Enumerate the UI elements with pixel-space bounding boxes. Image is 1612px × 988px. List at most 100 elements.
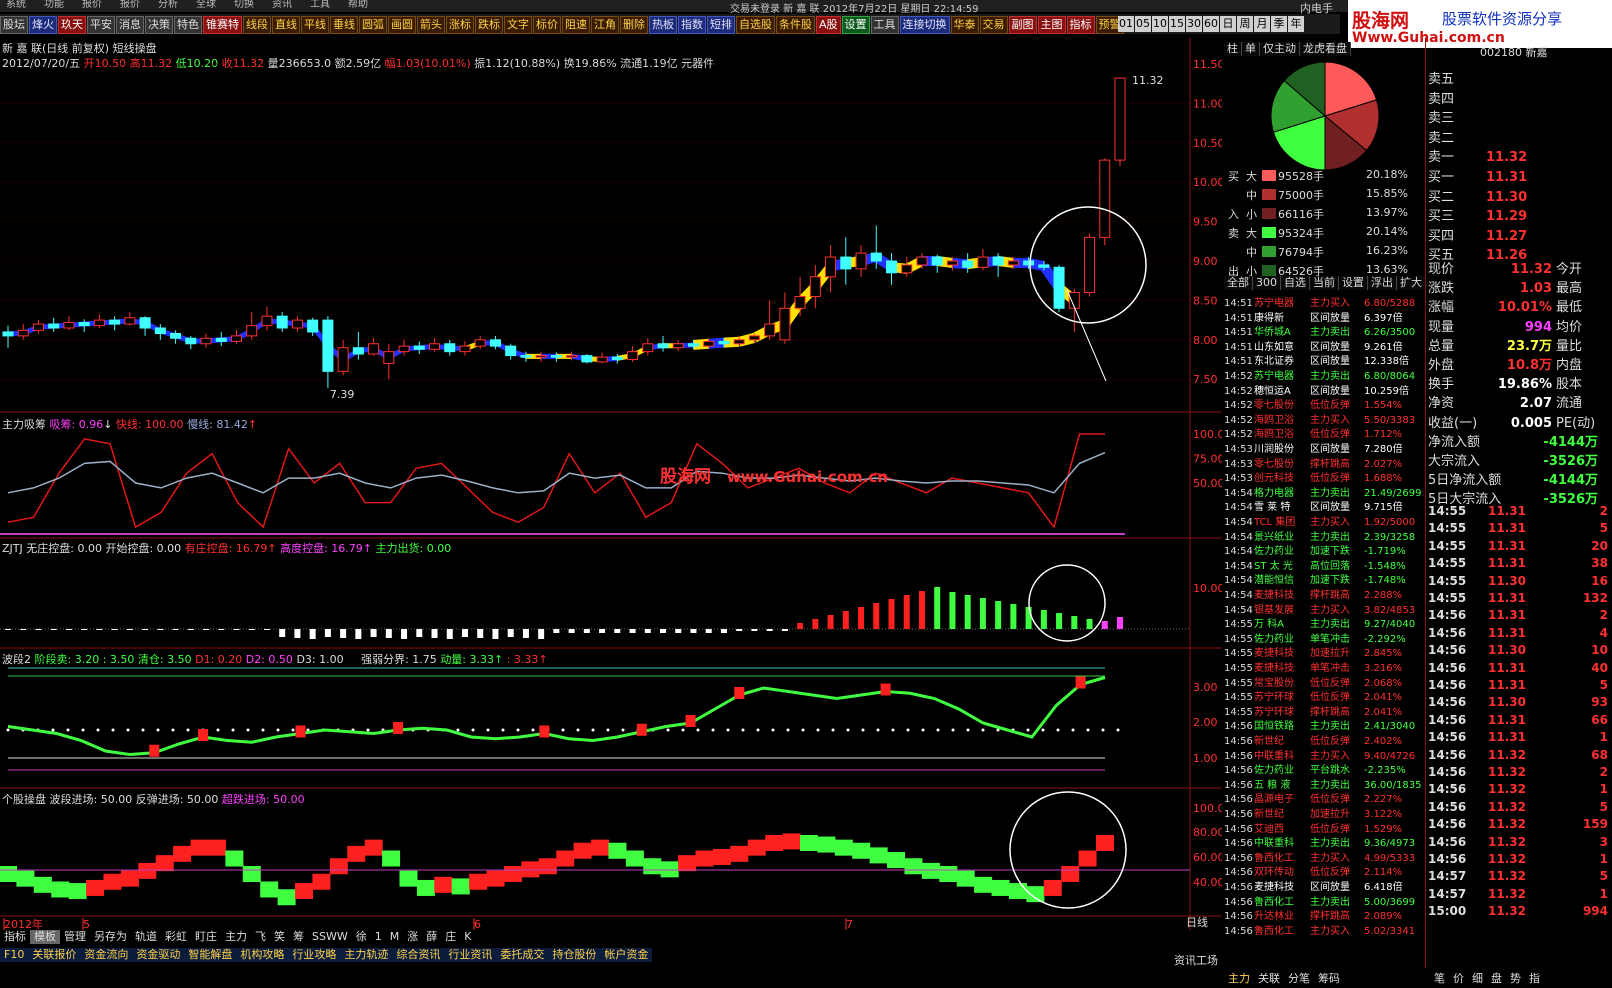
candle[interactable] (63, 316, 75, 331)
period-15[interactable]: 15 (1169, 16, 1185, 32)
menu-item-8[interactable]: 工具 (310, 0, 330, 10)
rpanel-bottom-tab-3[interactable]: 筹码 (1314, 972, 1344, 986)
period-月[interactable]: 月 (1254, 16, 1270, 32)
ticker-row[interactable]: 14:56新世纪 低位反弹 2.402% (1224, 732, 1424, 747)
bottom-tab1-15[interactable]: 涨 (403, 930, 422, 944)
bottom-tab1-11[interactable]: SSWW (308, 930, 352, 944)
menu-item-2[interactable]: 报价 (82, 0, 102, 10)
period-周[interactable]: 周 (1237, 16, 1253, 32)
ticker-tab-2[interactable]: 自选 (1281, 276, 1310, 290)
trade-bottom-tab-5[interactable]: 指 (1525, 972, 1544, 986)
ticker-row[interactable]: 14:55苏宁环球 低位反弹 2.041% (1224, 688, 1424, 703)
candle[interactable] (200, 333, 212, 348)
ticker-row[interactable]: 14:53川润股份 区间放量 7.280倍 (1224, 440, 1424, 455)
ticker-row[interactable]: 14:54景兴纸业 主力卖出 2.39/3258 (1224, 528, 1424, 543)
ticker-row[interactable]: 14:55万 科A 主力卖出 9.27/4040 (1224, 615, 1424, 630)
toolbar-button-31[interactable]: 华泰 (950, 16, 979, 34)
bottom-tab2-7[interactable]: 主力轨迹 (340, 948, 392, 962)
orderbook-row[interactable]: 卖二 (1428, 127, 1612, 146)
candle[interactable] (581, 354, 593, 364)
ticker-row[interactable]: 14:56鲁西化工 主力买入 5.02/3341 (1224, 922, 1424, 937)
toolbar-button-8[interactable]: 线段 (243, 16, 271, 34)
bottom-tab1-18[interactable]: K (460, 930, 475, 944)
toolbar-button-32[interactable]: 交易 (979, 16, 1008, 34)
ticker-tab-0[interactable]: 全部 (1224, 276, 1253, 290)
toolbar-button-12[interactable]: 圆弧 (359, 16, 387, 34)
period-01[interactable]: 01 (1118, 16, 1134, 32)
ticker-tab-1[interactable]: 300 (1253, 276, 1281, 290)
candle[interactable] (1068, 288, 1080, 332)
bottom-tab1-3[interactable]: 另存为 (90, 930, 131, 944)
orderbook-row[interactable]: 买一 11.31 (1428, 166, 1612, 185)
period-日[interactable]: 日 (1220, 16, 1236, 32)
period-季[interactable]: 季 (1271, 16, 1287, 32)
ticker-row[interactable]: 14:56新世纪 加速拉升 3.122% (1224, 805, 1424, 820)
toolbar-button-2[interactable]: 玖天 (58, 16, 86, 34)
candle[interactable] (931, 254, 943, 273)
bottom-tab1-9[interactable]: 笑 (270, 930, 289, 944)
ticker-row[interactable]: 14:51东北证券 区间放量 12.338倍 (1224, 352, 1424, 367)
rpanel-tab-0[interactable]: 柱 (1224, 42, 1242, 56)
toolbar-button-1[interactable]: 烽火 (29, 16, 57, 34)
bottom-tab1-16[interactable]: 薛 (422, 930, 441, 944)
ticker-row[interactable]: 14:56晶源电子 低位反弹 2.227% (1224, 790, 1424, 805)
ticker-row[interactable]: 14:54格力电器 主力卖出 21.49/2699 (1224, 484, 1424, 499)
bottom-tab2-5[interactable]: 机构攻略 (236, 948, 288, 962)
candle[interactable] (230, 330, 242, 344)
ticker-row[interactable]: 14:56中联重科 主力买入 9.40/4726 (1224, 747, 1424, 762)
candle[interactable] (535, 351, 547, 362)
period-60[interactable]: 60 (1203, 16, 1219, 32)
trade-bottom-tab-1[interactable]: 价 (1449, 972, 1468, 986)
trade-bottom-tab-2[interactable]: 细 (1468, 972, 1487, 986)
toolbar-button-15[interactable]: 涨标 (446, 16, 474, 34)
ticker-row[interactable]: 14:52海鸥卫浴 主力买入 5.50/3383 (1224, 411, 1424, 426)
bottom-tab1-17[interactable]: 庄 (441, 930, 460, 944)
orderbook-row[interactable]: 买四 11.27 (1428, 225, 1612, 244)
toolbar-button-19[interactable]: 阻速 (562, 16, 590, 34)
candle[interactable] (246, 312, 258, 340)
candle[interactable] (1084, 233, 1096, 297)
rpanel-tab-2[interactable]: 仅主动 (1260, 42, 1300, 56)
orderbook-row[interactable]: 卖三 (1428, 107, 1612, 126)
candle[interactable] (322, 316, 334, 388)
bottom-tab2-12[interactable]: 帐户资金 (600, 948, 652, 962)
bottom-tab2-11[interactable]: 持仓股份 (548, 948, 600, 962)
ticker-row[interactable]: 14:54雪 莱 特 区间放量 9.715倍 (1224, 498, 1424, 513)
candle[interactable] (550, 352, 562, 362)
info-workshop[interactable]: 资讯工场 (1174, 952, 1218, 968)
ticker-row[interactable]: 14:51山东如意 区间放量 9.261倍 (1224, 338, 1424, 353)
orderbook-row[interactable]: 卖五 (1428, 68, 1612, 87)
ticker-row[interactable]: 14:53创元科技 低位反弹 1.688% (1224, 469, 1424, 484)
ticker-row[interactable]: 14:56双环传动 低位反弹 2.114% (1224, 863, 1424, 878)
candle[interactable] (17, 324, 29, 340)
ticker-row[interactable]: 14:56升达林业 撑杆跳高 2.089% (1224, 907, 1424, 922)
candle[interactable] (825, 245, 837, 293)
toolbar-button-21[interactable]: 删除 (620, 16, 648, 34)
ticker-row[interactable]: 14:56佐力药业 平台跳水 -2.235% (1224, 761, 1424, 776)
candle[interactable] (855, 245, 867, 277)
bottom-tab2-4[interactable]: 智能解盘 (184, 948, 236, 962)
toolbar-button-5[interactable]: 决策 (145, 16, 173, 34)
candle[interactable] (886, 253, 898, 285)
toolbar-button-16[interactable]: 跌标 (475, 16, 503, 34)
menu-right[interactable]: 内电手 (1300, 0, 1333, 16)
bottom-tab2-10[interactable]: 委托成交 (496, 948, 548, 962)
orderbook-row[interactable]: 卖四 (1428, 88, 1612, 107)
bottom-tab1-1[interactable]: 模板 (30, 930, 60, 944)
toolbar-button-10[interactable]: 平线 (301, 16, 329, 34)
ticker-tab-5[interactable]: 浮出 (1368, 276, 1397, 290)
candle[interactable] (444, 339, 456, 356)
ticker-row[interactable]: 14:56鲁西化工 主力买入 4.99/5333 (1224, 849, 1424, 864)
orderbook-row[interactable]: 买二 11.30 (1428, 186, 1612, 205)
ticker-row[interactable]: 14:51苏宁电器 主力买入 6.80/5288 (1224, 294, 1424, 309)
candle[interactable] (32, 320, 44, 334)
bottom-tab1-14[interactable]: M (386, 930, 404, 944)
ticker-row[interactable]: 14:55常宝股份 低位反弹 2.068% (1224, 674, 1424, 689)
bottom-tab2-0[interactable]: F10 (0, 948, 28, 962)
bottom-tab1-5[interactable]: 彩虹 (161, 930, 191, 944)
candle[interactable] (261, 306, 273, 331)
candle[interactable] (657, 335, 669, 352)
ticker-row[interactable]: 14:56麦捷科技 区间放量 6.418倍 (1224, 878, 1424, 893)
candle[interactable] (383, 343, 395, 380)
orderbook-row[interactable]: 买三 11.29 (1428, 205, 1612, 224)
